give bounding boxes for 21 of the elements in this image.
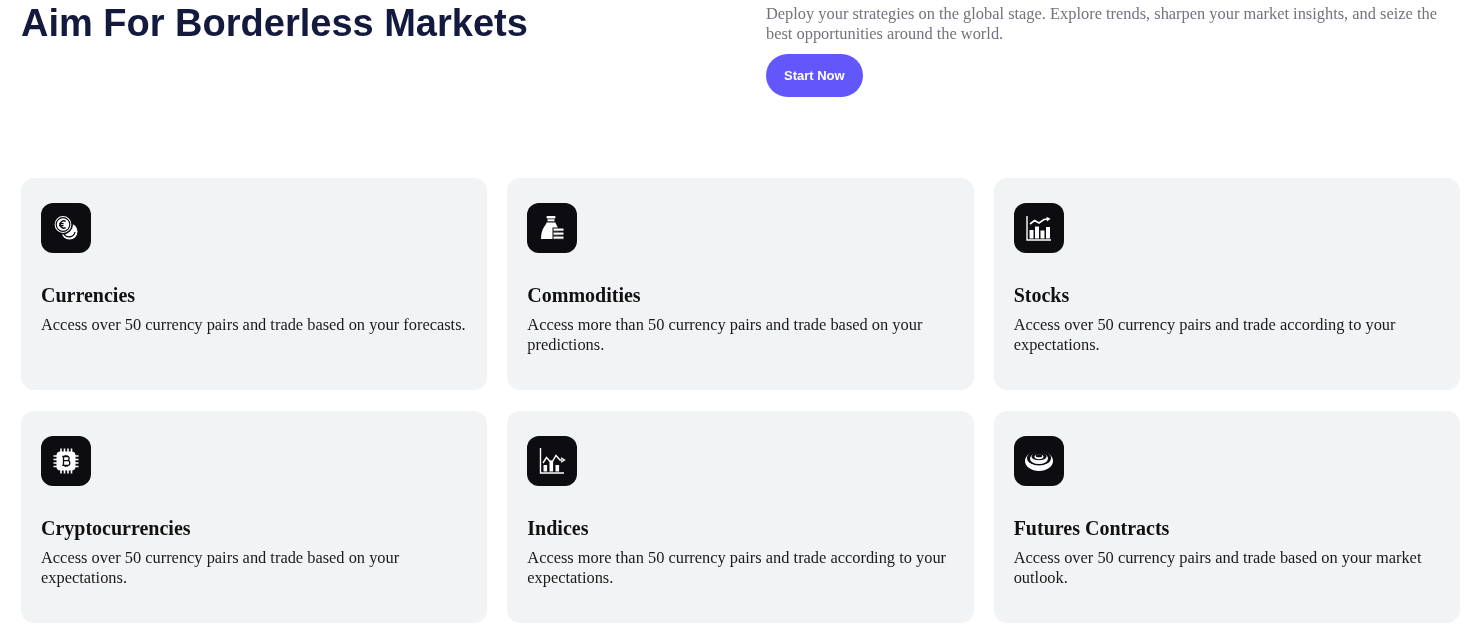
market-title: Currencies — [41, 283, 137, 307]
page-heading: Aim For Borderless Markets — [21, 1, 529, 46]
market-description: Access over 50 currency pairs and trade based on your expectations. — [41, 548, 401, 588]
concentric-rings-icon — [1013, 436, 1064, 486]
market-description: Access more than 50 currency pairs and trade based on your predictions. — [527, 315, 924, 355]
market-description: Access over 50 currency pairs and trade according to your expectations. — [1013, 315, 1397, 355]
start-now-button[interactable]: Start Now — [766, 54, 863, 97]
market-title: Stocks — [1013, 283, 1071, 307]
market-title: Commodities — [527, 283, 642, 307]
market-description: Access over 50 currency pairs and trade based on your market outlook. — [1013, 548, 1423, 588]
market-description: Access more than 50 currency pairs and trade according to your expectations. — [527, 548, 948, 588]
market-title: Cryptocurrencies — [41, 516, 192, 540]
line-and-bar-chart-icon — [527, 436, 578, 486]
bar-chart-icon — [1013, 203, 1064, 253]
market-title: Indices — [527, 516, 590, 540]
bitcoin-chip-icon — [41, 436, 91, 486]
intro-paragraph: Deploy your strategies on the global stage. Explore trends, sharpen your market insights, and seize the best opportunities around the world. — [766, 4, 1438, 44]
coins-icon — [41, 203, 91, 253]
market-description: Access over 50 currency pairs and trade based on your forecasts. — [41, 315, 467, 335]
market-title: Futures Contracts — [1013, 516, 1171, 540]
sack-and-bars-icon — [527, 203, 578, 253]
